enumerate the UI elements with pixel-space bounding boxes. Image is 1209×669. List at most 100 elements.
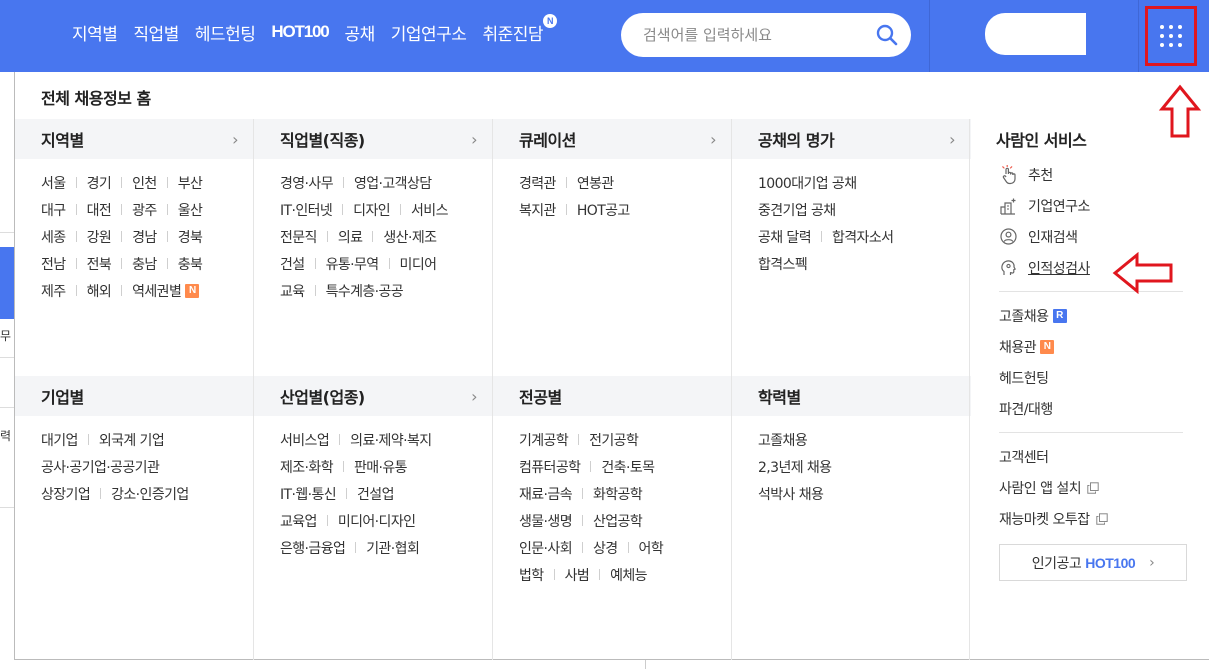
category-link[interactable]: 디자인: [353, 200, 390, 220]
popular-hot100-button[interactable]: 인기공고 HOT100 ›: [999, 544, 1187, 581]
category-header[interactable]: 공채의 명가 ›: [732, 119, 971, 159]
search-input[interactable]: [643, 13, 873, 57]
category-link[interactable]: 은행·금융업: [280, 538, 346, 558]
category-link[interactable]: 기관·협회: [366, 538, 420, 558]
service-link[interactable]: 사람인 앱 설치: [969, 472, 1209, 503]
service-company-lab[interactable]: 기업연구소: [999, 190, 1209, 221]
category-link[interactable]: 외국계 기업: [99, 430, 165, 450]
category-link[interactable]: 기계공학: [519, 430, 569, 450]
nav-item-4[interactable]: 공채: [344, 20, 375, 45]
category-link[interactable]: 복지관: [519, 200, 556, 220]
category-link[interactable]: 인천: [132, 173, 157, 193]
category-link[interactable]: 역세권별: [132, 281, 182, 301]
nav-item-5[interactable]: 기업연구소: [391, 20, 467, 45]
service-link[interactable]: 고졸채용 R: [969, 300, 1209, 331]
category-link[interactable]: 고졸채용: [758, 430, 808, 450]
category-link[interactable]: 제주: [41, 281, 66, 301]
category-link[interactable]: 합격스펙: [758, 254, 808, 274]
nav-item-6[interactable]: 취준진담 N: [482, 13, 558, 45]
category-link[interactable]: 재료·금속: [519, 484, 573, 504]
category-link[interactable]: 교육업: [280, 511, 317, 531]
search-icon[interactable]: [875, 23, 899, 47]
category-link[interactable]: 교육: [280, 281, 305, 301]
category-link[interactable]: 충남: [132, 254, 157, 274]
category-header[interactable]: 지역별 ›: [15, 119, 254, 159]
category-link[interactable]: 합격자소서: [832, 227, 894, 247]
all-menu-button[interactable]: [1145, 6, 1197, 66]
category-link[interactable]: 유통·무역: [326, 254, 380, 274]
category-link[interactable]: 1000대기업 공채: [758, 173, 857, 193]
service-link[interactable]: 헤드헌팅: [969, 362, 1209, 393]
category-link[interactable]: 충북: [178, 254, 203, 274]
category-link[interactable]: 석박사 채용: [758, 484, 824, 504]
category-link[interactable]: 인문·사회: [519, 538, 573, 558]
category-link[interactable]: 제조·화학: [280, 457, 334, 477]
category-link[interactable]: HOT공고: [577, 200, 630, 220]
nav-item-3[interactable]: HOT100: [271, 22, 329, 42]
category-link[interactable]: 경영·사무: [280, 173, 334, 193]
category-link[interactable]: 사범: [565, 565, 590, 585]
category-link[interactable]: 건설업: [357, 484, 394, 504]
category-link[interactable]: 강원: [87, 227, 112, 247]
category-link[interactable]: 전기공학: [589, 430, 639, 450]
service-link[interactable]: 재능마켓 오투잡: [969, 503, 1209, 534]
category-link[interactable]: 법학: [519, 565, 544, 585]
service-recommend[interactable]: 추천: [999, 159, 1209, 190]
category-link[interactable]: 전북: [87, 254, 112, 274]
category-header[interactable]: 큐레이션 ›: [493, 119, 732, 159]
category-link[interactable]: 판매·유통: [354, 457, 408, 477]
category-link[interactable]: 광주: [132, 200, 157, 220]
category-link[interactable]: 영업·고객상담: [354, 173, 432, 193]
category-link[interactable]: 특수계층·공공: [326, 281, 404, 301]
service-link[interactable]: 채용관 N: [969, 331, 1209, 362]
service-link[interactable]: 고객센터: [969, 441, 1209, 472]
category-link[interactable]: 강소·인증기업: [111, 484, 189, 504]
category-link[interactable]: 의료·제약·복지: [350, 430, 432, 450]
category-link[interactable]: 공채 달력: [758, 227, 812, 247]
category-link[interactable]: 화학공학: [593, 484, 643, 504]
category-header[interactable]: 학력별: [732, 376, 971, 416]
nav-item-0[interactable]: 지역별: [72, 20, 118, 45]
profile-area[interactable]: [985, 13, 1086, 55]
category-link[interactable]: 생산·제조: [383, 227, 437, 247]
category-link[interactable]: 대기업: [41, 430, 78, 450]
category-link[interactable]: 생물·생명: [519, 511, 573, 531]
category-link[interactable]: 건축·토목: [601, 457, 655, 477]
category-link[interactable]: 미디어: [400, 254, 437, 274]
category-link[interactable]: 중견기업 공채: [758, 200, 836, 220]
service-link[interactable]: 파견/대행: [969, 393, 1209, 424]
category-link[interactable]: 경기: [87, 173, 112, 193]
category-link[interactable]: 어학: [639, 538, 664, 558]
category-link[interactable]: 산업공학: [593, 511, 643, 531]
category-link[interactable]: 의료: [338, 227, 363, 247]
category-link[interactable]: 서비스업: [280, 430, 330, 450]
category-link[interactable]: 예체능: [610, 565, 647, 585]
panel-title[interactable]: 전체 채용정보 홈: [41, 85, 151, 109]
category-link[interactable]: 전문직: [280, 227, 317, 247]
category-link[interactable]: 대전: [87, 200, 112, 220]
nav-item-2[interactable]: 헤드헌팅: [195, 20, 256, 45]
category-header[interactable]: 전공별: [493, 376, 732, 416]
nav-item-1[interactable]: 직업별: [133, 20, 179, 45]
category-link[interactable]: 경력관: [519, 173, 556, 193]
category-link[interactable]: 대구: [41, 200, 66, 220]
category-header[interactable]: 직업별(직종) ›: [254, 119, 493, 159]
category-link[interactable]: 경남: [132, 227, 157, 247]
category-header[interactable]: 기업별: [15, 376, 254, 416]
category-link[interactable]: 서비스: [411, 200, 448, 220]
category-link[interactable]: 해외: [87, 281, 112, 301]
category-link[interactable]: 울산: [178, 200, 203, 220]
category-link[interactable]: IT·인터넷: [280, 200, 333, 220]
category-link[interactable]: 공사·공기업·공공기관: [41, 457, 160, 477]
category-header[interactable]: 산업별(업종) ›: [254, 376, 493, 416]
category-link[interactable]: 서울: [41, 173, 66, 193]
category-link[interactable]: 세종: [41, 227, 66, 247]
category-link[interactable]: 경북: [178, 227, 203, 247]
category-link[interactable]: 전남: [41, 254, 66, 274]
category-link[interactable]: 상경: [593, 538, 618, 558]
category-link[interactable]: IT·웹·통신: [280, 484, 337, 504]
category-link[interactable]: 미디어·디자인: [338, 511, 416, 531]
category-link[interactable]: 컴퓨터공학: [519, 457, 581, 477]
category-link[interactable]: 건설: [280, 254, 305, 274]
category-link[interactable]: 상장기업: [41, 484, 91, 504]
